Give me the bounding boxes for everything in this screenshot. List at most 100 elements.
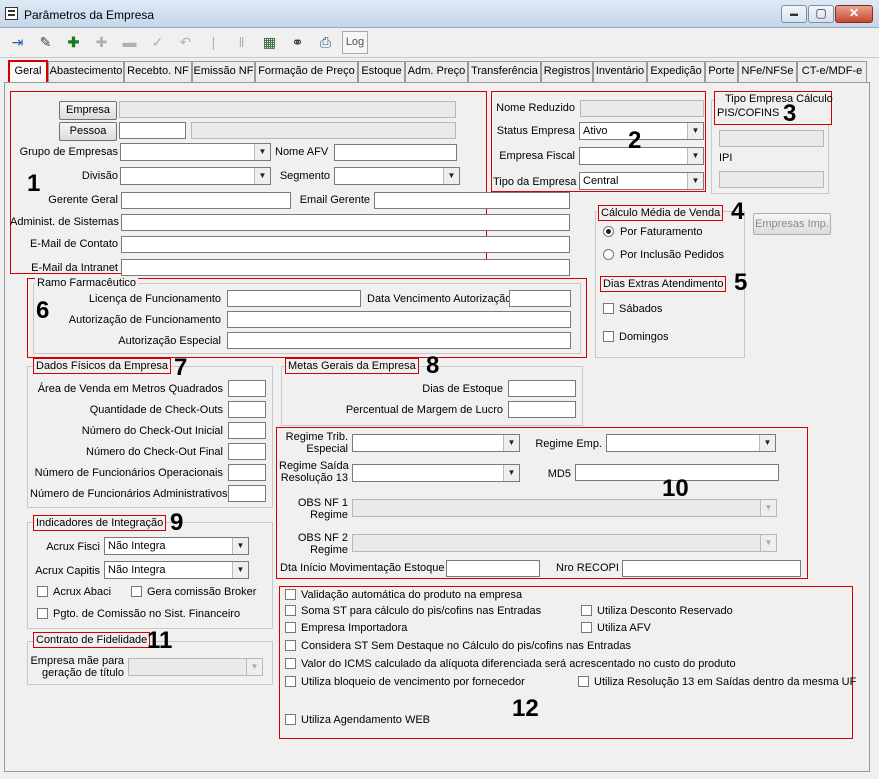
sabados-checkbox[interactable]: Sábados [603, 303, 662, 317]
segmento-label: Segmento [279, 170, 330, 182]
maximize-button[interactable]: ▢ [808, 5, 834, 23]
tab-expedicao[interactable]: Expedição [647, 61, 705, 82]
radio-por-faturamento[interactable]: Por Faturamento [603, 226, 703, 240]
qtd-checkouts-input[interactable] [228, 401, 266, 418]
tab-porte[interactable]: Porte [705, 61, 738, 82]
administ-sistemas-input[interactable] [121, 214, 570, 231]
divisao-select[interactable]: ▼ [120, 167, 271, 185]
regime-trib-label-line1: Regime Trib. [285, 431, 348, 443]
pessoa-code-input[interactable] [119, 122, 186, 139]
nro-recopi-input[interactable] [622, 560, 801, 577]
empresa-importadora-checkbox[interactable]: Empresa Importadora [285, 622, 407, 636]
func-operacionais-input[interactable] [228, 464, 266, 481]
minimize-button[interactable]: ▬ [781, 5, 807, 23]
tab-emissao-nf[interactable]: Emissão NF [192, 61, 255, 82]
dias-estoque-input[interactable] [508, 380, 576, 397]
acrux-abaci-checkbox[interactable]: Acrux Abaci [37, 586, 111, 600]
tab-registros[interactable]: Registros [541, 61, 593, 82]
acrux-abaci-label: Acrux Abaci [53, 586, 112, 598]
desconto-reservado-checkbox[interactable]: Utiliza Desconto Reservado [581, 605, 733, 619]
tipo-empresa-select[interactable]: Central ▼ [579, 172, 704, 190]
email-gerente-input[interactable] [374, 192, 570, 209]
chevron-down-icon: ▼ [687, 123, 703, 139]
acrux-fisci-label: Acrux Fisci [46, 541, 100, 553]
bloqueio-vencimento-label: Utiliza bloqueio de vencimento por forne… [301, 676, 525, 688]
close-button[interactable]: ✕ [835, 5, 873, 23]
func-operacionais-label: Número de Funcionários Operacionais [34, 467, 223, 479]
tab-adm-preco[interactable]: Adm. Preço [405, 61, 468, 82]
pessoa-button[interactable]: Pessoa [59, 122, 117, 141]
annotation-1: 1 [27, 170, 41, 197]
administ-sistemas-label: Administ. de Sistemas [10, 216, 119, 228]
email-intranet-input[interactable] [121, 259, 570, 276]
regime-trib-select[interactable]: ▼ [352, 434, 520, 452]
utiliza-afv-checkbox[interactable]: Utiliza AFV [581, 622, 651, 636]
dta-inicio-input[interactable] [446, 560, 540, 577]
bloqueio-vencimento-checkbox[interactable]: Utiliza bloqueio de vencimento por forne… [285, 676, 525, 690]
regime-emp-label: Regime Emp. [535, 438, 602, 450]
regime-emp-select[interactable]: ▼ [606, 434, 776, 452]
tab-nfe-nfse[interactable]: NFe/NFSe [738, 61, 797, 82]
empresa-fiscal-select[interactable]: ▼ [579, 147, 704, 165]
tab-cte-mdfe[interactable]: CT-e/MDF-e [797, 61, 867, 82]
checkout-inicial-input[interactable] [228, 422, 266, 439]
acrux-capitis-label: Acrux Capitis [35, 565, 100, 577]
empresas-imp-button[interactable]: Empresas Imp. [753, 213, 831, 235]
tab-transferencia[interactable]: Transferência [468, 61, 541, 82]
dias-estoque-label: Dias de Estoque [422, 383, 503, 395]
gerente-geral-input[interactable] [121, 192, 291, 209]
edit-icon[interactable]: ✎ [34, 31, 57, 54]
nome-afv-input[interactable] [334, 144, 457, 161]
status-empresa-select[interactable]: Ativo ▼ [579, 122, 704, 140]
exit-icon[interactable]: ⇥ [6, 31, 29, 54]
validacao-checkbox[interactable]: Validação automática do produto na empre… [285, 589, 522, 603]
autorizacao-especial-input[interactable] [227, 332, 571, 349]
regime-trib-label: Regime Trib. Especial [279, 431, 348, 455]
pgto-comissao-checkbox[interactable]: Pgto. de Comissão no Sist. Financeiro [37, 608, 240, 622]
print-icon[interactable]: ⎙ [314, 31, 337, 54]
tab-abastecimento[interactable]: Abastecimento [48, 61, 124, 82]
segmento-select[interactable]: ▼ [334, 167, 460, 185]
tab-estoque[interactable]: Estoque [358, 61, 405, 82]
soma-st-checkbox[interactable]: Soma ST para cálculo do pis/cofins nas E… [285, 605, 541, 619]
valor-icms-checkbox[interactable]: Valor do ICMS calculado da alíquota dife… [285, 658, 736, 672]
acrux-fisci-select[interactable]: Não Integra ▼ [104, 537, 249, 555]
annotation-7: 7 [174, 354, 188, 381]
agendamento-web-checkbox[interactable]: Utiliza Agendamento WEB [285, 714, 430, 728]
nome-afv-label: Nome AFV [275, 146, 329, 158]
add-icon[interactable]: ✚ [62, 31, 85, 54]
resolucao-13-checkbox[interactable]: Utiliza Resolução 13 em Saídas dentro da… [578, 676, 856, 690]
tab-geral[interactable]: Geral [8, 60, 48, 83]
regime-saida-select[interactable]: ▼ [352, 464, 520, 482]
log-button[interactable]: Log [342, 31, 368, 54]
empresa-button[interactable]: Empresa [59, 101, 117, 120]
autorizacao-funcionamento-input[interactable] [227, 311, 571, 328]
grupo-empresas-select[interactable]: ▼ [120, 143, 271, 161]
empresa-mae-label-line2: geração de título [42, 667, 124, 679]
area-venda-input[interactable] [228, 380, 266, 397]
checkbox-icon [581, 622, 592, 633]
func-administrativos-input[interactable] [228, 485, 266, 502]
binoculars-icon[interactable]: ⚭ [286, 31, 309, 54]
data-vencimento-input[interactable] [509, 290, 571, 307]
chevron-down-icon: ▼ [503, 465, 519, 481]
status-empresa-label: Status Empresa [496, 125, 575, 137]
margem-lucro-input[interactable] [508, 401, 576, 418]
acrux-capitis-select[interactable]: Não Integra ▼ [104, 561, 249, 579]
grid-icon[interactable]: ▦ [258, 31, 281, 54]
tab-recebto-nf[interactable]: Recebto. NF [124, 61, 192, 82]
valor-icms-label: Valor do ICMS calculado da alíquota dife… [301, 658, 736, 670]
email-contato-input[interactable] [121, 236, 570, 253]
domingos-checkbox[interactable]: Domingos [603, 331, 669, 345]
considera-st-checkbox[interactable]: Considera ST Sem Destaque no Cálculo do … [285, 640, 631, 654]
tab-formacao-preco[interactable]: Formação de Preço [255, 61, 358, 82]
checkbox-icon [285, 640, 296, 651]
radio-por-inclusao-pedidos[interactable]: Por Inclusão Pedidos [603, 249, 724, 263]
tab-inventario[interactable]: Inventário [593, 61, 647, 82]
checkout-final-label: Número do Check-Out Final [86, 446, 223, 458]
gera-comissao-checkbox[interactable]: Gera comissão Broker [131, 586, 256, 600]
undo-disabled-icon: ↶ [179, 34, 192, 50]
licenca-input[interactable] [227, 290, 361, 307]
checkout-final-input[interactable] [228, 443, 266, 460]
checkbox-icon [285, 589, 296, 600]
